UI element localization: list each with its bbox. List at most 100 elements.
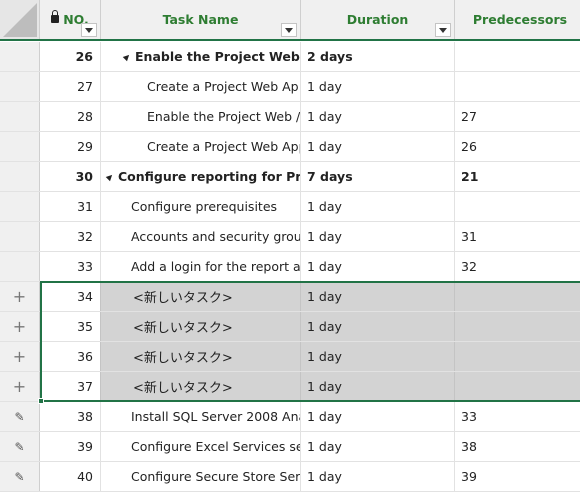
cell-task-name[interactable]: Create a Project Web App [101,132,301,161]
filter-dropdown-icon[interactable] [81,23,97,37]
row-indicator[interactable] [0,162,40,191]
cell-predecessors[interactable]: 21 [455,162,580,191]
cell-duration[interactable]: 1 day [301,72,455,101]
cell-no[interactable]: 30 [40,162,101,191]
row-indicator[interactable]: + [0,342,40,371]
row-indicator[interactable]: ✎ [0,432,40,461]
row-indicator[interactable] [0,222,40,251]
cell-task-name[interactable]: Configure reporting for Proje [101,162,301,191]
cell-task-name[interactable]: <新しいタスク> [101,312,301,341]
filter-dropdown-icon[interactable] [281,23,297,37]
table-row[interactable]: ✎ 40 Configure Secure Store Serv 1 day 39 [0,462,580,492]
cell-task-name[interactable]: <新しいタスク> [101,282,301,311]
collapse-toggle-icon[interactable] [122,52,132,61]
cell-duration[interactable]: 1 day [301,252,455,281]
cell-no[interactable]: 32 [40,222,101,251]
cell-predecessors[interactable]: 32 [455,252,580,281]
cell-duration[interactable]: 1 day [301,192,455,221]
cell-duration[interactable]: 1 day [301,462,455,491]
fill-handle[interactable] [38,398,44,404]
cell-no[interactable]: 40 [40,462,101,491]
filter-dropdown-icon[interactable] [435,23,451,37]
cell-duration[interactable]: 7 days [301,162,455,191]
table-row[interactable]: 27 Create a Project Web Ap 1 day [0,72,580,102]
row-indicator[interactable] [0,192,40,221]
cell-predecessors[interactable]: 31 [455,222,580,251]
cell-predecessors[interactable] [455,72,580,101]
cell-task-name[interactable]: Enable the Project Web A [101,42,301,71]
cell-duration[interactable]: 1 day [301,342,455,371]
row-indicator[interactable]: + [0,372,40,401]
cell-predecessors[interactable] [455,42,580,71]
cell-task-name[interactable]: Accounts and security grou [101,222,301,251]
row-indicator[interactable] [0,42,40,71]
column-header-no[interactable]: NO. [40,0,101,39]
table-row[interactable]: 29 Create a Project Web App 1 day 26 [0,132,580,162]
cell-task-name[interactable]: Configure prerequisites [101,192,301,221]
row-indicator[interactable]: ✎ [0,462,40,491]
cell-duration[interactable]: 1 day [301,372,455,401]
cell-no[interactable]: 35 [40,312,101,341]
table-row[interactable]: 31 Configure prerequisites 1 day [0,192,580,222]
table-row[interactable]: ✎ 39 Configure Excel Services set 1 day 38 [0,432,580,462]
cell-no[interactable]: 26 [40,42,101,71]
cell-predecessors[interactable] [455,282,580,311]
cell-task-name[interactable]: <新しいタスク> [101,342,301,371]
row-indicator[interactable] [0,252,40,281]
cell-no[interactable]: 31 [40,192,101,221]
cell-predecessors[interactable]: 26 [455,132,580,161]
table-row[interactable]: +37 <新しいタスク> 1 day [0,372,580,402]
cell-no[interactable]: 29 [40,132,101,161]
cell-predecessors[interactable]: 33 [455,402,580,431]
cell-task-name[interactable]: Enable the Project Web / [101,102,301,131]
row-indicator[interactable] [0,102,40,131]
table-row[interactable]: 33 Add a login for the report a1 day 32 [0,252,580,282]
cell-duration[interactable]: 1 day [301,312,455,341]
row-indicator[interactable]: ✎ [0,402,40,431]
cell-predecessors[interactable]: 38 [455,432,580,461]
table-row[interactable]: 32 Accounts and security grou 1 day 31 [0,222,580,252]
table-row[interactable]: 26 Enable the Project Web A2 days [0,42,580,72]
cell-task-name[interactable]: Configure Excel Services set [101,432,301,461]
cell-no[interactable]: 27 [40,72,101,101]
cell-no[interactable]: 39 [40,432,101,461]
table-row[interactable]: +35 <新しいタスク> 1 day [0,312,580,342]
cell-duration[interactable]: 1 day [301,402,455,431]
cell-predecessors[interactable] [455,192,580,221]
cell-duration[interactable]: 1 day [301,432,455,461]
row-indicator[interactable] [0,132,40,161]
row-indicator[interactable]: + [0,282,40,311]
column-header-task-name[interactable]: Task Name [101,0,301,39]
row-indicator[interactable]: + [0,312,40,341]
cell-no[interactable]: 38 [40,402,101,431]
cell-task-name[interactable]: Install SQL Server 2008 Ana [101,402,301,431]
cell-task-name[interactable]: Add a login for the report a [101,252,301,281]
cell-task-name[interactable]: <新しいタスク> [101,372,301,401]
table-row[interactable]: ✎ 38 Install SQL Server 2008 Ana 1 day 33 [0,402,580,432]
cell-no[interactable]: 37 [40,372,101,401]
cell-task-name[interactable]: Configure Secure Store Serv [101,462,301,491]
cell-task-name[interactable]: Create a Project Web Ap [101,72,301,101]
cell-duration[interactable]: 1 day [301,132,455,161]
cell-predecessors[interactable]: 27 [455,102,580,131]
table-row[interactable]: +36 <新しいタスク> 1 day [0,342,580,372]
table-row[interactable]: 28 Enable the Project Web /1 day 27 [0,102,580,132]
cell-predecessors[interactable] [455,342,580,371]
cell-no[interactable]: 36 [40,342,101,371]
table-row[interactable]: 30 Configure reporting for Proje7 days21 [0,162,580,192]
cell-predecessors[interactable] [455,312,580,341]
cell-no[interactable]: 34 [40,282,101,311]
cell-duration[interactable]: 1 day [301,222,455,251]
select-all-corner[interactable] [0,0,40,39]
cell-no[interactable]: 28 [40,102,101,131]
cell-no[interactable]: 33 [40,252,101,281]
cell-predecessors[interactable]: 39 [455,462,580,491]
table-row[interactable]: +34 <新しいタスク> 1 day [0,282,580,312]
cell-duration[interactable]: 1 day [301,282,455,311]
cell-duration[interactable]: 2 days [301,42,455,71]
column-header-duration[interactable]: Duration [301,0,455,39]
collapse-toggle-icon[interactable] [105,172,115,181]
cell-predecessors[interactable] [455,372,580,401]
column-header-predecessors[interactable]: Predecessors [455,0,580,39]
cell-duration[interactable]: 1 day [301,102,455,131]
